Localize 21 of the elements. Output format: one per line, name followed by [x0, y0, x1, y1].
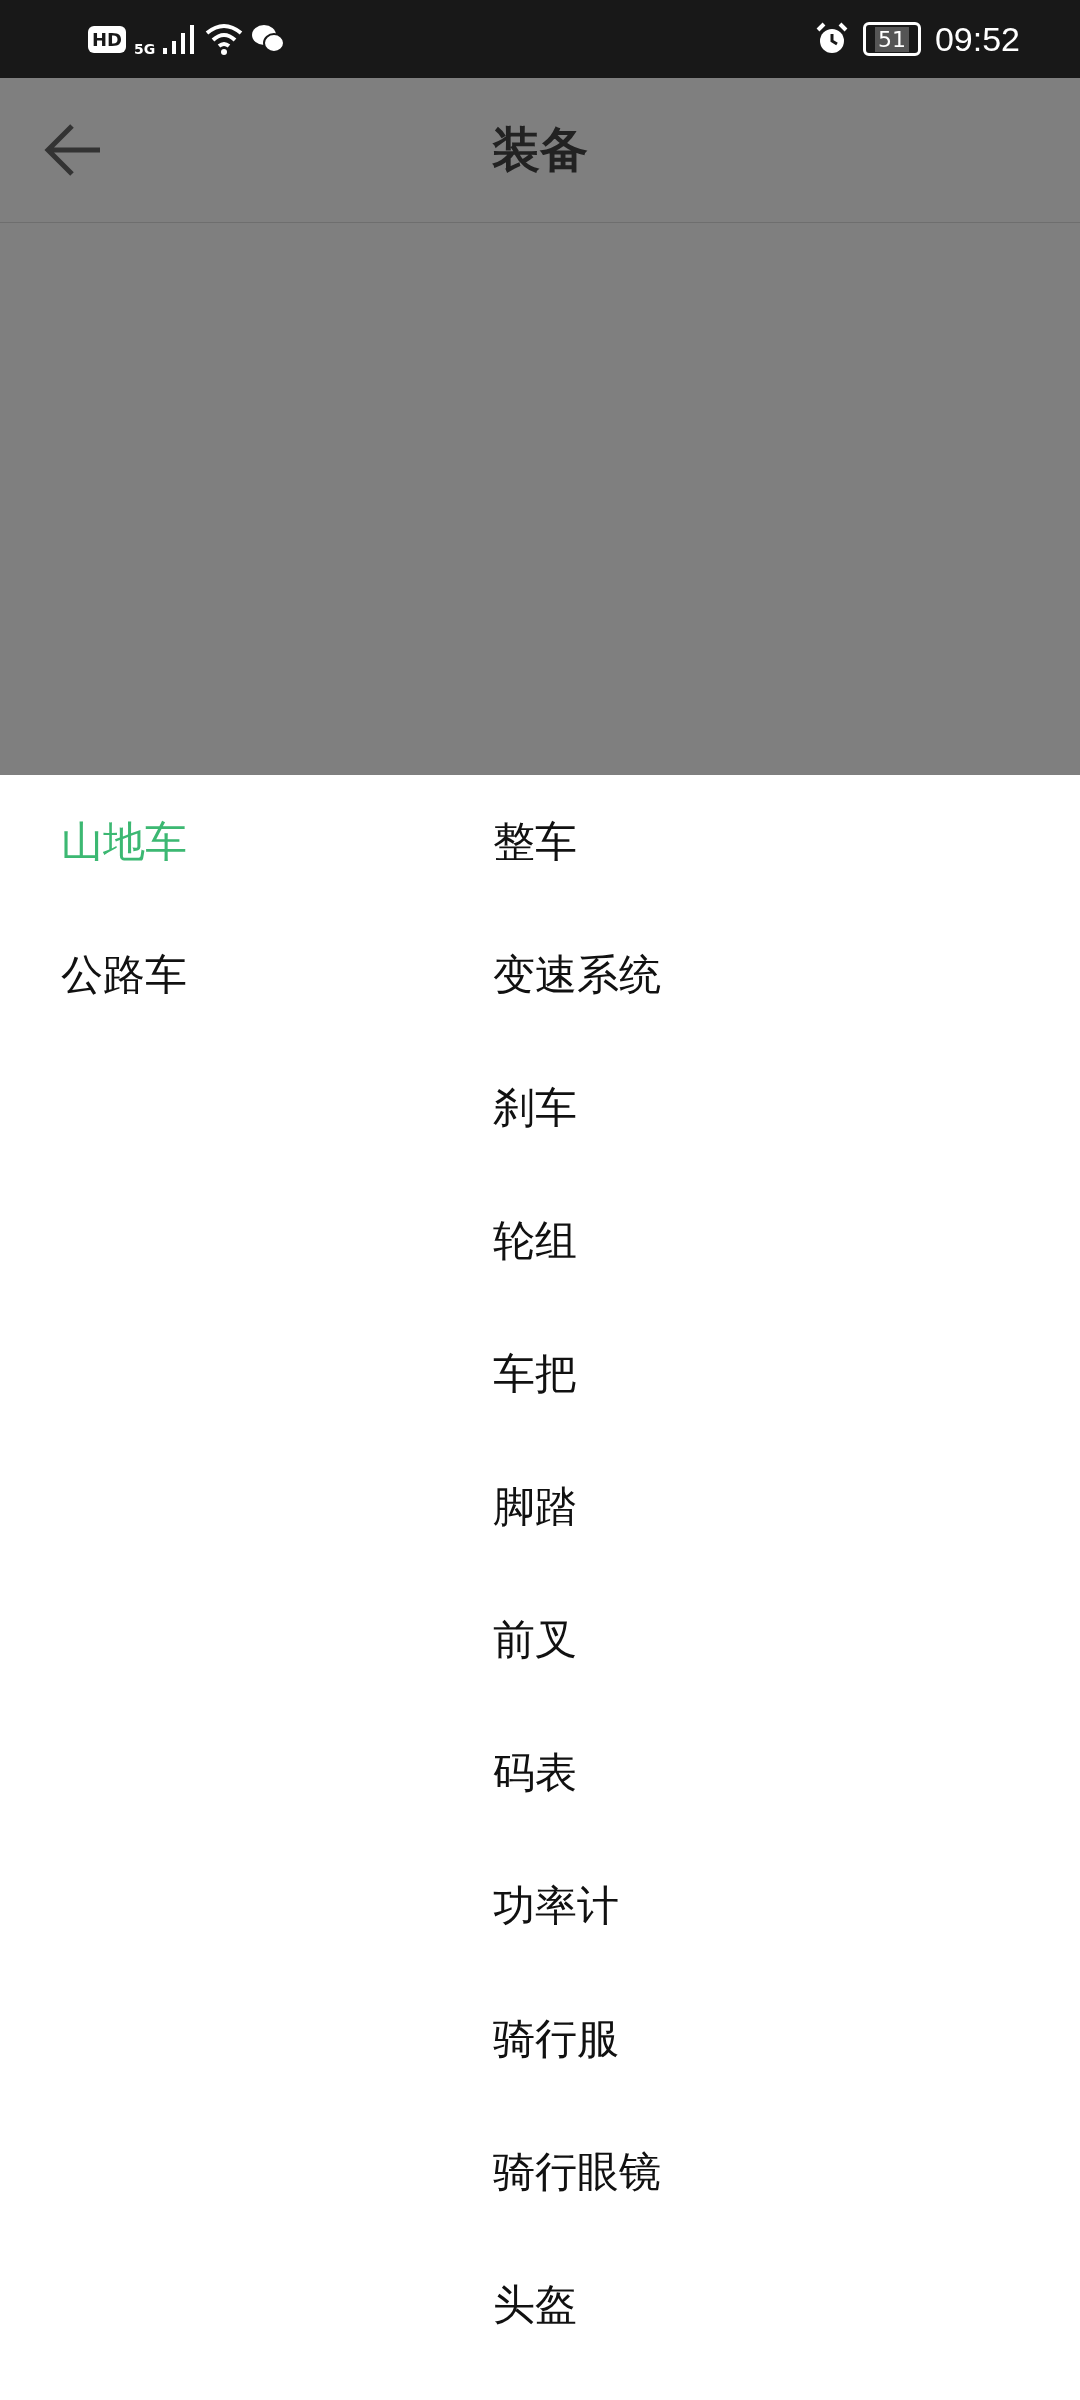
chat-icon — [251, 24, 286, 54]
battery-icon: 51 — [862, 22, 921, 56]
subcategory-item[interactable]: 整车 — [493, 775, 577, 908]
subcategory-item[interactable]: 车把 — [493, 1307, 577, 1440]
subcategory-item[interactable]: 轮组 — [493, 1174, 577, 1307]
subcategory-item[interactable]: 前叉 — [493, 1573, 577, 1706]
subcategory-item[interactable]: 骑行眼镜 — [493, 2105, 661, 2238]
subcategory-item[interactable]: 变速系统 — [493, 908, 661, 1041]
subcategory-item[interactable]: 刹车 — [493, 1041, 577, 1174]
clock-time: 09:52 — [934, 19, 1020, 59]
category-item[interactable]: 公路车 — [61, 908, 187, 1041]
subcategory-item[interactable]: 脚踏 — [493, 1440, 577, 1573]
page-title: 装备 — [492, 120, 588, 179]
subcategory-item[interactable]: 码表 — [493, 1706, 577, 1839]
subcategory-item[interactable]: 功率计 — [493, 1839, 619, 1972]
subcategory-item[interactable]: 头盔 — [493, 2238, 577, 2371]
hd-badge: HD — [88, 25, 126, 53]
wifi-icon — [205, 23, 244, 55]
subcategory-item[interactable]: 骑行服 — [493, 1972, 619, 2105]
alarm-icon — [814, 22, 849, 56]
network-label: 5G — [134, 41, 156, 57]
